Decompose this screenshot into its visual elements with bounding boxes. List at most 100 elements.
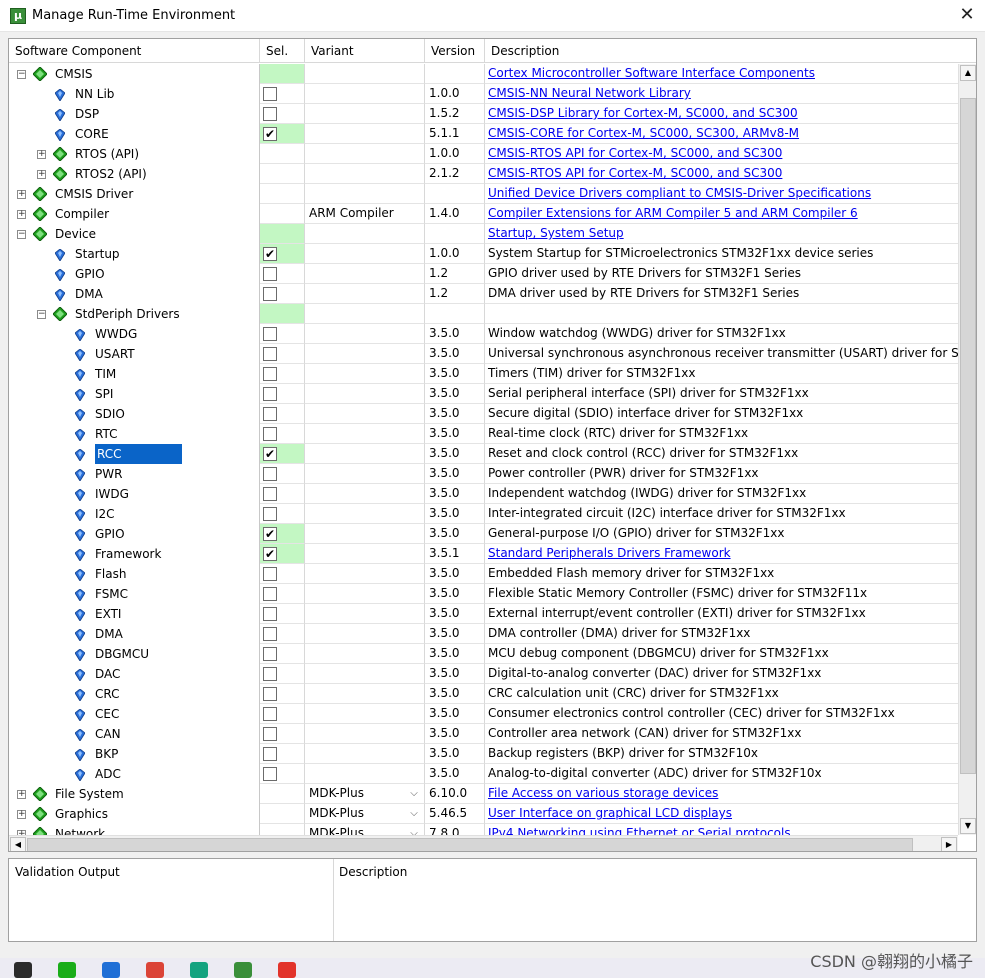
component-name-cell[interactable]: BKP (9, 744, 260, 764)
sel-cell[interactable] (260, 364, 305, 384)
component-name-cell[interactable]: Framework (9, 544, 260, 564)
checked-checkbox[interactable]: ✔ (263, 127, 277, 141)
unchecked-checkbox[interactable] (263, 87, 277, 101)
tree-row-dsp[interactable]: DSP 1.5.2 CMSIS-DSP Library for Cortex-M, … (9, 104, 958, 124)
tree-row-wwdg[interactable]: WWDG 3.5.0 Window watchdog (WWDG) driver f… (9, 324, 958, 344)
component-name-cell[interactable]: TIM (9, 364, 260, 384)
component-name-cell[interactable]: − CMSIS (9, 64, 260, 84)
tree-row-nn-lib[interactable]: NN Lib 1.0.0 CMSIS-NN Neural Network Libra… (9, 84, 958, 104)
description-link[interactable]: Startup, System Setup (488, 226, 624, 240)
expand-toggle-icon[interactable]: + (37, 150, 46, 159)
variant-cell[interactable]: MDK-Plus ⌵ (305, 804, 425, 824)
sel-cell[interactable] (260, 564, 305, 584)
tree-row-cec[interactable]: CEC 3.5.0 Consumer electronics control con… (9, 704, 958, 724)
sel-cell[interactable]: ✔ (260, 524, 305, 544)
description-cell[interactable]: User Interface on graphical LCD displays (485, 804, 958, 824)
unchecked-checkbox[interactable] (263, 467, 277, 481)
unchecked-checkbox[interactable] (263, 627, 277, 641)
col-variant[interactable]: Variant (305, 39, 425, 63)
tree-row-compiler[interactable]: + Compiler ARM Compiler 1.4.0 Compiler Exten… (9, 204, 958, 224)
component-name-cell[interactable]: CEC (9, 704, 260, 724)
hscroll-thumb[interactable] (27, 838, 913, 851)
expand-toggle-icon[interactable]: + (17, 790, 26, 799)
tree-row-rtos-api[interactable]: + RTOS (API) 1.0.0 CMSIS-RTOS API for Corte… (9, 144, 958, 164)
description-link[interactable]: CMSIS-CORE for Cortex-M, SC000, SC300, A… (488, 126, 799, 140)
checked-checkbox[interactable]: ✔ (263, 247, 277, 261)
component-name-cell[interactable]: SPI (9, 384, 260, 404)
component-name-cell[interactable]: FSMC (9, 584, 260, 604)
tree-row-rtos2-api[interactable]: + RTOS2 (API) 2.1.2 CMSIS-RTOS API for Cort… (9, 164, 958, 184)
tree-row-stdperiph-drivers[interactable]: − StdPeriph Drivers (9, 304, 958, 324)
description-cell[interactable]: CMSIS-DSP Library for Cortex-M, SC000, a… (485, 104, 958, 124)
sel-cell[interactable] (260, 584, 305, 604)
app-c-icon[interactable] (190, 962, 208, 978)
unchecked-checkbox[interactable] (263, 667, 277, 681)
tree-row-graphics[interactable]: + Graphics MDK-Plus ⌵ 5.46.5 User Interface o… (9, 804, 958, 824)
component-name-cell[interactable]: GPIO (9, 524, 260, 544)
description-cell[interactable]: Unified Device Drivers compliant to CMSI… (485, 184, 958, 204)
sel-cell[interactable] (260, 344, 305, 364)
description-link[interactable]: CMSIS-DSP Library for Cortex-M, SC000, a… (488, 106, 798, 120)
tree-row-exti[interactable]: EXTI 3.5.0 External interrupt/event contro… (9, 604, 958, 624)
tree-row-dma[interactable]: DMA 1.2 DMA driver used by RTE Drivers for… (9, 284, 958, 304)
chrome-icon[interactable] (146, 962, 164, 978)
component-name-cell[interactable]: PWR (9, 464, 260, 484)
component-name-cell[interactable]: DMA (9, 624, 260, 644)
tree-row-pwr[interactable]: PWR 3.5.0 Power controller (PWR) driver fo… (9, 464, 958, 484)
tree-row-device[interactable]: − Device Startup, System Setup (9, 224, 958, 244)
unchecked-checkbox[interactable] (263, 267, 277, 281)
component-name-cell[interactable]: WWDG (9, 324, 260, 344)
unchecked-checkbox[interactable] (263, 587, 277, 601)
unchecked-checkbox[interactable] (263, 687, 277, 701)
sel-cell[interactable]: ✔ (260, 244, 305, 264)
component-name-cell[interactable]: EXTI (9, 604, 260, 624)
checked-checkbox[interactable]: ✔ (263, 447, 277, 461)
component-name-cell[interactable]: IWDG (9, 484, 260, 504)
tree-row-adc[interactable]: ADC 3.5.0 Analog-to-digital converter (ADC… (9, 764, 958, 784)
component-name-cell[interactable]: NN Lib (9, 84, 260, 104)
tree-row-cmsis[interactable]: − CMSIS Cortex Microcontroller Software In… (9, 64, 958, 84)
component-name-cell[interactable]: DSP (9, 104, 260, 124)
component-name-cell[interactable]: ADC (9, 764, 260, 784)
vertical-scrollbar[interactable]: ▲ ▼ (958, 64, 976, 835)
description-link[interactable]: CMSIS-NN Neural Network Library (488, 86, 691, 100)
unchecked-checkbox[interactable] (263, 367, 277, 381)
component-name-cell[interactable]: Startup (9, 244, 260, 264)
sel-cell[interactable] (260, 284, 305, 304)
tree-row-cmsis-driver[interactable]: + CMSIS Driver Unified Device Drivers comp… (9, 184, 958, 204)
unchecked-checkbox[interactable] (263, 607, 277, 621)
unchecked-checkbox[interactable] (263, 427, 277, 441)
unchecked-checkbox[interactable] (263, 727, 277, 741)
component-name-cell[interactable]: + File System (9, 784, 260, 804)
description-link[interactable]: Cortex Microcontroller Software Interfac… (488, 66, 815, 80)
sel-cell[interactable] (260, 704, 305, 724)
tree-row-dbgmcu[interactable]: DBGMCU 3.5.0 MCU debug component (DBGMCU) … (9, 644, 958, 664)
description-cell[interactable]: CMSIS-RTOS API for Cortex-M, SC000, and … (485, 144, 958, 164)
keil-icon[interactable] (234, 962, 252, 978)
col-software-component[interactable]: Software Component (9, 39, 260, 63)
horizontal-scrollbar[interactable]: ◀ ▶ (9, 835, 958, 851)
component-name-cell[interactable]: I2C (9, 504, 260, 524)
close-button[interactable]: ✕ (955, 4, 979, 28)
description-cell[interactable]: CMSIS-CORE for Cortex-M, SC000, SC300, A… (485, 124, 958, 144)
component-name-cell[interactable]: − Device (9, 224, 260, 244)
sel-cell[interactable]: ✔ (260, 124, 305, 144)
tree-row-sdio[interactable]: SDIO 3.5.0 Secure digital (SDIO) interface… (9, 404, 958, 424)
sel-cell[interactable] (260, 404, 305, 424)
tree-row-gpio[interactable]: GPIO 1.2 GPIO driver used by RTE Drivers f… (9, 264, 958, 284)
tree-row-file-system[interactable]: + File System MDK-Plus ⌵ 6.10.0 File Access o… (9, 784, 958, 804)
unchecked-checkbox[interactable] (263, 387, 277, 401)
sel-cell[interactable] (260, 644, 305, 664)
sel-cell[interactable] (260, 664, 305, 684)
description-link[interactable]: Standard Peripherals Drivers Framework (488, 546, 731, 560)
component-name-cell[interactable]: DMA (9, 284, 260, 304)
tree-row-fsmc[interactable]: FSMC 3.5.0 Flexible Static Memory Controll… (9, 584, 958, 604)
sel-cell[interactable] (260, 744, 305, 764)
description-cell[interactable]: CMSIS-RTOS API for Cortex-M, SC000, and … (485, 164, 958, 184)
sel-cell[interactable] (260, 384, 305, 404)
expand-toggle-icon[interactable]: − (17, 230, 26, 239)
unchecked-checkbox[interactable] (263, 707, 277, 721)
scroll-down-button[interactable]: ▼ (960, 818, 976, 834)
sel-cell[interactable] (260, 764, 305, 784)
component-name-cell[interactable]: USART (9, 344, 260, 364)
